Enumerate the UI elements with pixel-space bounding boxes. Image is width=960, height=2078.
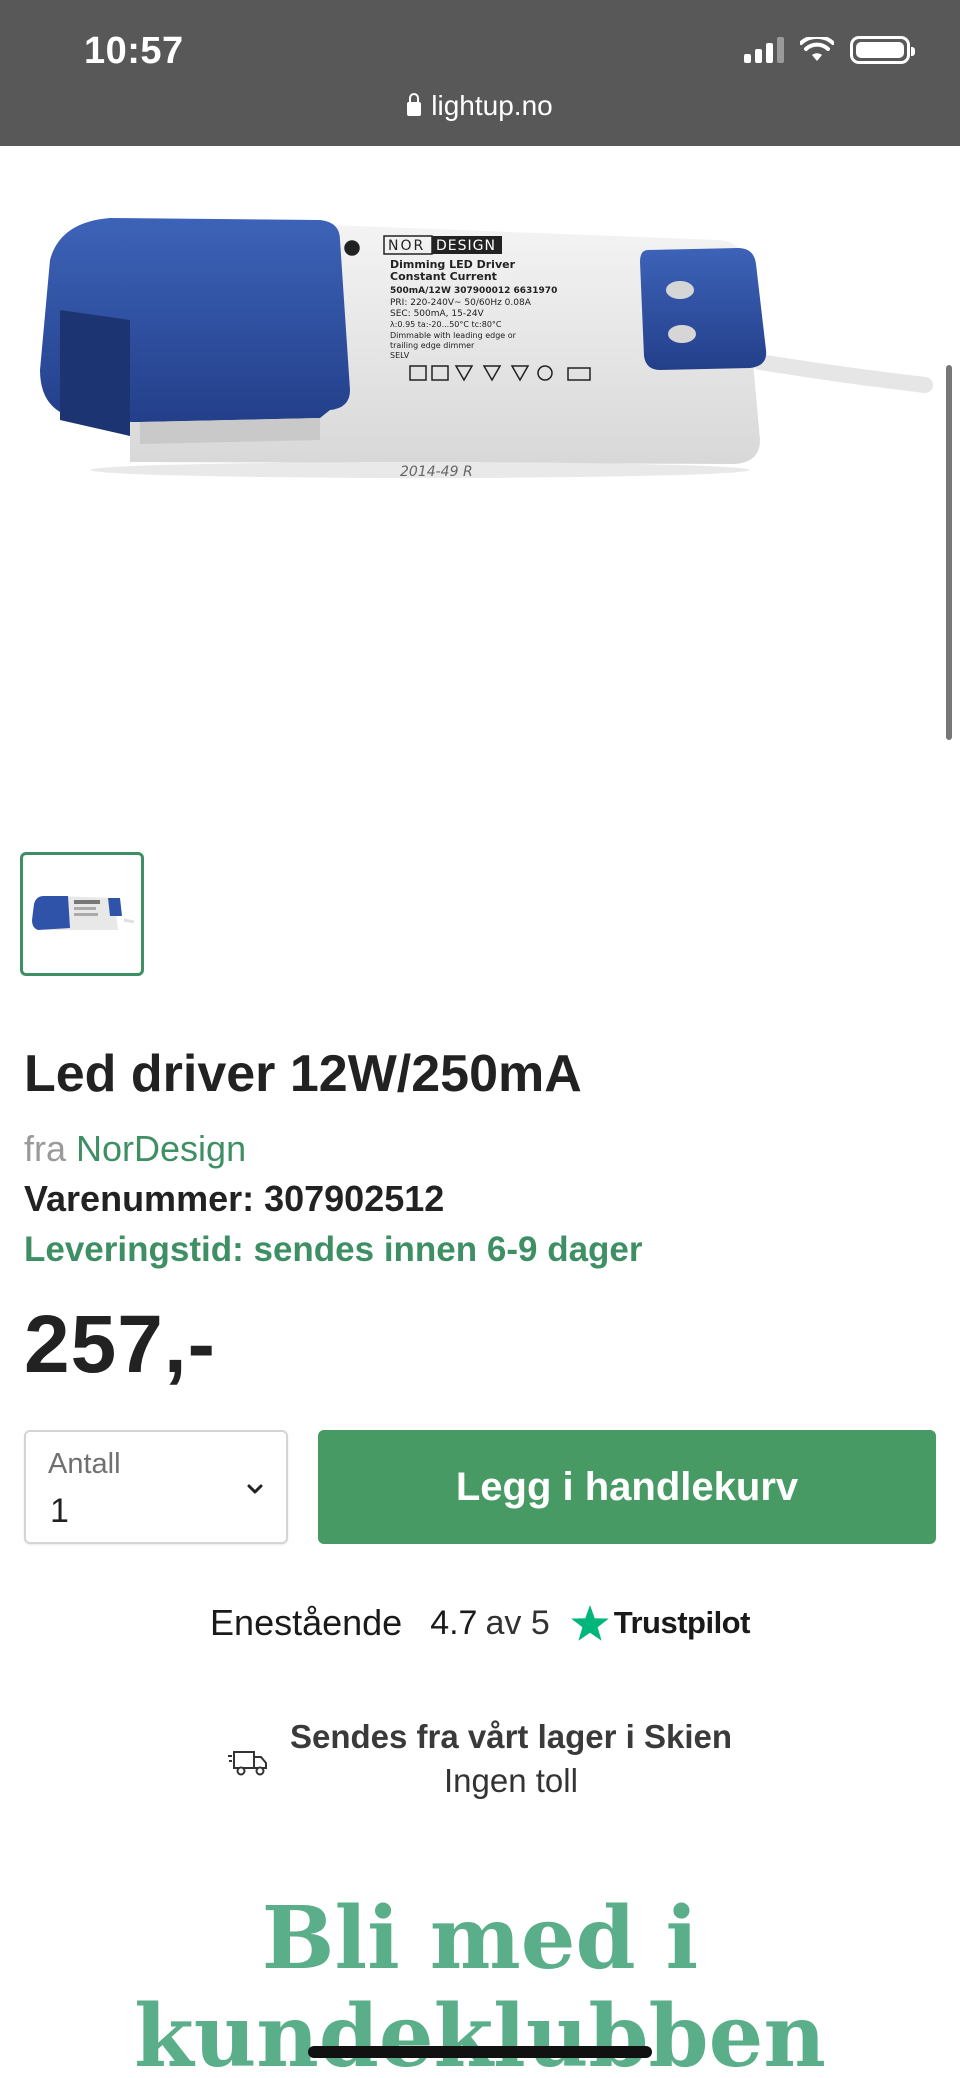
wifi-icon xyxy=(800,37,834,61)
trustpilot-widget[interactable]: Enestående 4.7 av 5 Trustpilot xyxy=(0,1602,960,1644)
label-stamp: 2014-49 R xyxy=(400,464,473,480)
trustpilot-out-of: av 5 xyxy=(485,1603,550,1642)
product-image[interactable]: NOR DESIGN Dimming LED Driver Constant C… xyxy=(20,200,940,520)
trustpilot-star-icon xyxy=(570,1605,609,1641)
chevron-down-icon xyxy=(247,1484,263,1494)
label-line-7: Dimmable with leading edge or xyxy=(390,331,517,340)
trustpilot-logo-text: Trustpilot xyxy=(613,1605,751,1640)
scroll-indicator xyxy=(946,365,952,740)
price: 257,- xyxy=(24,1299,216,1390)
shipping-subtitle: Ingen toll xyxy=(444,1762,578,1799)
label-brand-prefix: NOR xyxy=(388,238,425,254)
delivery-truck-icon xyxy=(227,1751,267,1776)
sku: Varenummer: 307902512 xyxy=(24,1178,445,1219)
battery-icon xyxy=(850,36,915,64)
delivery-time: Leveringstid: sendes innen 6-9 dager xyxy=(24,1230,643,1269)
url-text: lightup.no xyxy=(431,90,553,121)
system-icons xyxy=(744,36,915,64)
quantity-value: 1 xyxy=(50,1492,69,1530)
add-to-cart-button[interactable]: Legg i handlekurv xyxy=(318,1430,936,1544)
label-line-6: λ:0.95 ta:-20...50°C tc:80°C xyxy=(390,320,502,329)
product-title: Led driver 12W/250mA xyxy=(24,1045,582,1103)
home-indicator[interactable] xyxy=(308,2046,652,2058)
quantity-select[interactable]: Antall 1 xyxy=(24,1430,288,1544)
browser-status-bar: 10:57 lightup.no xyxy=(0,0,960,146)
trustpilot-rating-label: Enestående xyxy=(210,1602,403,1643)
brand-link[interactable]: NorDesign xyxy=(76,1128,246,1169)
shipping-info: Sendes fra vårt lager i Skien Ingen toll xyxy=(0,1718,960,1800)
address-bar[interactable]: lightup.no xyxy=(0,90,960,122)
label-brand-suffix: DESIGN xyxy=(436,238,496,254)
label-line-8: trailing edge dimmer xyxy=(390,341,475,350)
cellular-signal-icon xyxy=(744,37,784,63)
label-line-4: PRI: 220-240V~ 50/60Hz 0.08A xyxy=(390,298,532,308)
brand-line: fra NorDesign xyxy=(24,1128,246,1170)
trustpilot-score: 4.7 xyxy=(430,1603,478,1642)
quantity-label: Antall xyxy=(48,1448,121,1480)
clock: 10:57 xyxy=(84,30,184,72)
label-line-5: SEC: 500mA, 15-24V xyxy=(390,309,485,319)
thumbnail-image xyxy=(32,896,135,930)
shipping-title: Sendes fra vårt lager i Skien xyxy=(289,1718,733,1755)
label-line-3: 500mA/12W 307900012 6631970 xyxy=(390,286,557,296)
lock-icon xyxy=(407,93,422,116)
label-line-9: SELV xyxy=(390,351,410,360)
label-line-2: Constant Current xyxy=(390,270,497,283)
brand-from-label: fra xyxy=(24,1128,67,1169)
product-thumbnail[interactable] xyxy=(20,852,144,976)
